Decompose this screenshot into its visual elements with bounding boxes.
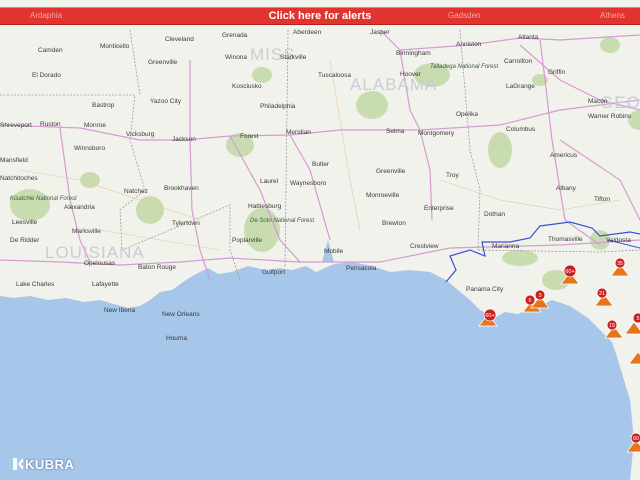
city-label: Kosciusko [232, 83, 262, 90]
city-label: Laurel [260, 178, 279, 185]
city-label: Meridian [286, 129, 311, 136]
city-label: Ruston [40, 121, 61, 128]
city-label: Selma [386, 128, 405, 135]
city-label: Jackson [172, 136, 196, 143]
city-label: New Orleans [162, 311, 200, 318]
city-label: Butler [312, 161, 330, 168]
city-label: Lafayette [92, 281, 119, 288]
city-label: Hoover [400, 71, 422, 78]
city-label: Kisatchie National Forest [10, 196, 77, 202]
city-label: Poplarville [232, 237, 262, 244]
city-label: Shreveport [0, 122, 32, 129]
city-label: Dothan [484, 211, 505, 218]
city-label: Monroe [84, 122, 106, 129]
city-label: Enterprise [424, 205, 454, 212]
city-label: Baton Rouge [138, 264, 176, 271]
city-label: Waynesboro [290, 180, 327, 187]
kubra-logo: KUBRA [12, 456, 74, 472]
svg-text:60+: 60+ [565, 269, 574, 275]
city-label: Lake Charles [16, 281, 55, 288]
city-label: New Iberia [104, 307, 135, 314]
alerts-banner-label: Click here for alerts [268, 10, 372, 22]
city-label: Americus [550, 152, 578, 159]
city-label: Brewton [382, 220, 406, 227]
city-label: Tifton [594, 196, 610, 203]
city-label: Warner Robins [588, 113, 632, 120]
city-label: Forest [240, 133, 259, 140]
city-label: Gulfport [262, 269, 285, 276]
city-label: Columbus [506, 126, 536, 133]
kubra-logo-icon [13, 458, 23, 470]
svg-text:15: 15 [609, 323, 615, 329]
city-label: Anniston [456, 41, 482, 48]
city-label: Crestview [410, 243, 439, 250]
city-label: Carrollton [504, 58, 533, 65]
city-label: Albany [556, 185, 577, 192]
city-label: Camden [38, 47, 63, 54]
city-label: Griffin [548, 69, 566, 76]
city-label: Yazoo City [150, 98, 182, 105]
city-label: Mansfield [0, 157, 28, 164]
city-label: Starkville [280, 54, 307, 61]
city-label: Monticello [100, 43, 130, 50]
city-label: Jasper [370, 29, 390, 36]
city-label: Natchez [124, 188, 148, 195]
city-label: Thomasville [548, 236, 583, 243]
city-label: Winnsboro [74, 145, 105, 152]
underlying-city-label: Ardaphia [30, 11, 63, 20]
city-label: Aberdeen [293, 29, 322, 36]
city-label: Panama City [466, 286, 504, 293]
svg-text:60+: 60+ [485, 313, 494, 319]
city-label: Tuscaloosa [318, 72, 351, 79]
svg-text:3: 3 [538, 293, 541, 299]
city-label: Marksville [72, 228, 101, 235]
alerts-banner-button[interactable]: Ardaphia Click here for alerts Gadsden A… [0, 7, 640, 25]
city-label: Birmingham [396, 50, 431, 57]
svg-text:5: 5 [636, 316, 639, 322]
city-label: Natchitoches [0, 175, 38, 182]
city-label: Valdosta [606, 237, 631, 244]
state-label-alabama: ALABAMA [350, 75, 437, 94]
svg-text:21: 21 [599, 291, 605, 297]
city-label: LaGrange [506, 83, 535, 90]
city-label: De Soto National Forest [250, 218, 314, 224]
city-label: Leesville [12, 219, 38, 226]
svg-text:60: 60 [633, 436, 639, 442]
city-label: Monroeville [366, 192, 400, 199]
city-label: Bastrop [92, 102, 115, 109]
city-label: Talladega National Forest [430, 64, 498, 70]
city-label: Troy [446, 172, 460, 179]
city-label: Tylertown [172, 220, 200, 227]
city-label: Mobile [324, 248, 344, 255]
city-label: Winona [225, 54, 247, 61]
city-label: Atlanta [518, 34, 539, 41]
city-label: Brookhaven [164, 185, 199, 192]
city-label: Montgomery [418, 130, 455, 137]
city-label: Pensacola [346, 265, 377, 272]
city-label: Opelousas [84, 260, 116, 267]
city-label: Houma [166, 335, 187, 342]
city-label: Hattiesburg [248, 203, 282, 210]
underlying-city-label: Gadsden [448, 11, 481, 20]
city-label: Grenada [222, 32, 248, 39]
underlying-city-label: Athens [600, 11, 625, 20]
city-label: Greenville [376, 168, 406, 175]
lake-pontchartrain [185, 284, 225, 300]
city-label: Cleveland [165, 36, 194, 43]
city-label: Marianna [492, 243, 519, 250]
city-label: Greenville [148, 59, 178, 66]
svg-text:6: 6 [528, 298, 531, 304]
city-label: Opelika [456, 111, 478, 118]
city-label: Vicksburg [126, 131, 155, 138]
city-label: De Ridder [10, 237, 40, 244]
city-label: Philadelphia [260, 103, 296, 110]
city-label: El Dorado [32, 72, 61, 79]
city-label: Alexandria [64, 204, 95, 211]
map-canvas[interactable]: MISS ALABAMA LOUISIANA GEORGIA Cleveland… [0, 0, 640, 480]
svg-text:35: 35 [617, 261, 623, 267]
city-label: Macon [588, 98, 608, 105]
kubra-logo-text: KUBRA [25, 456, 75, 472]
